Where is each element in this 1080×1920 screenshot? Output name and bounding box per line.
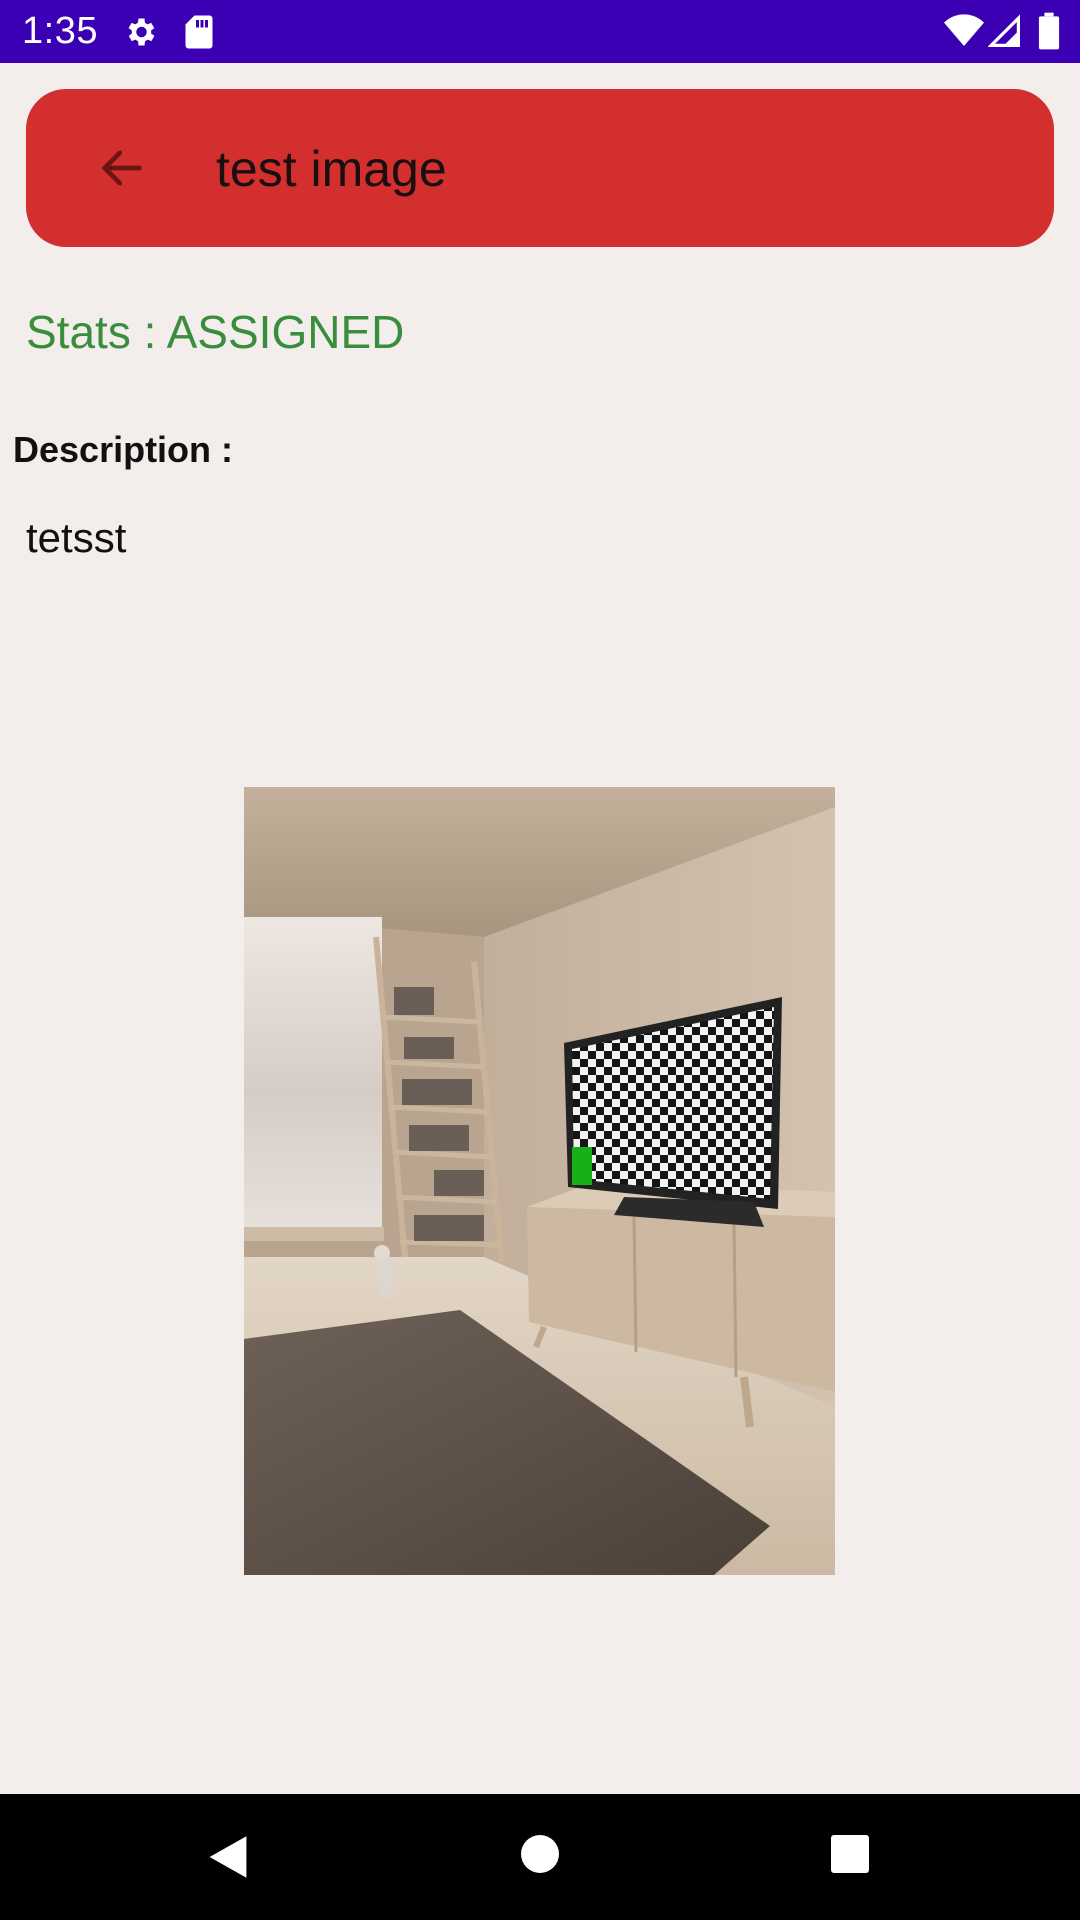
page-title: test image xyxy=(216,141,447,197)
signal-icon xyxy=(988,14,1020,47)
back-button[interactable] xyxy=(74,125,170,211)
task-image[interactable] xyxy=(244,787,835,1575)
gear-icon xyxy=(128,18,155,46)
task-status: Stats : ASSIGNED xyxy=(26,306,405,358)
battery-icon xyxy=(1038,12,1060,50)
back-triangle-icon[interactable] xyxy=(205,1834,251,1880)
home-circle-icon[interactable] xyxy=(520,1834,560,1874)
description-label: Description : xyxy=(13,429,234,470)
arrow-left-icon xyxy=(102,150,142,186)
status-time: 1:35 xyxy=(22,10,98,52)
description-value: tetsst xyxy=(26,514,127,561)
room-scene-image xyxy=(244,787,835,1575)
system-nav-bar xyxy=(0,1794,1080,1920)
app-bar: test image xyxy=(26,89,1054,247)
sd-card-icon xyxy=(185,15,213,49)
recents-square-icon[interactable] xyxy=(830,1834,870,1874)
wifi-icon xyxy=(944,14,984,46)
status-bar: 1:35 xyxy=(0,0,1080,63)
